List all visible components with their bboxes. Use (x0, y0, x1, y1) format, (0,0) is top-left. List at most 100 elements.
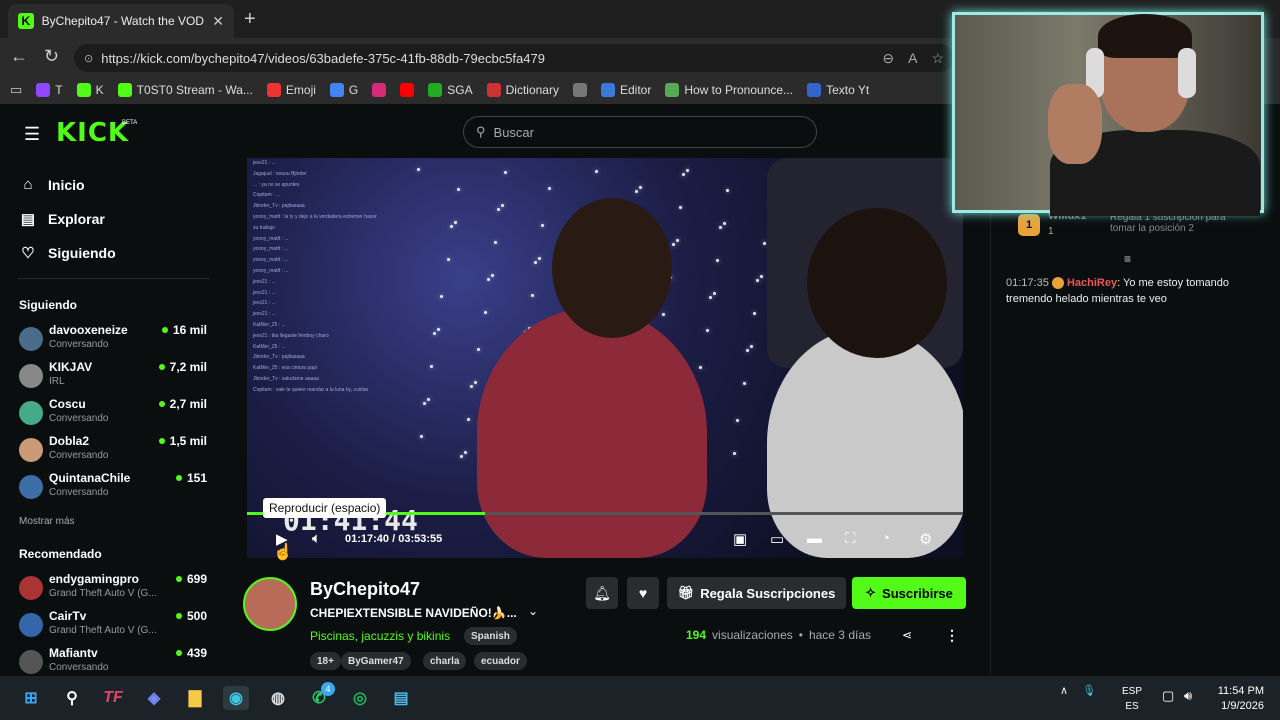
reload-icon[interactable]: ↻ (44, 46, 59, 67)
headset-right (1178, 48, 1196, 98)
bookmark-item[interactable]: SGA (428, 83, 473, 97)
channel-avatar (19, 613, 43, 637)
following-header: Siguiendo (19, 298, 77, 312)
fairy-light (753, 312, 756, 315)
sidebar-channel[interactable]: Coscu Conversando 2,7 mil (19, 397, 207, 431)
zoom-icon[interactable]: ⊖ (882, 50, 894, 67)
sidebar-channel-name: KIKJAV (49, 360, 93, 374)
video-chat-overlay: jexx21 : ... Jagajuul : nouuu Bjinder ... … (253, 158, 423, 396)
nav-home[interactable]: ⌂ Inicio (20, 176, 84, 193)
clock-date: 1/9/2026 (1221, 700, 1264, 712)
volume-icon[interactable]: 🔈︎ (312, 530, 321, 547)
bookmark-item[interactable]: Editor (600, 83, 651, 97)
input-language[interactable]: ESP ES (1122, 684, 1142, 714)
spotify-icon[interactable]: ◎ (347, 686, 373, 710)
tag-chip[interactable]: charla (423, 652, 467, 670)
bookmark-item[interactable]: Texto Yt (807, 83, 869, 97)
more-options-icon[interactable]: ⋮ (945, 627, 959, 644)
fairy-light (534, 261, 537, 264)
windows-start-icon[interactable]: ⊞ (18, 686, 44, 710)
clock[interactable]: 11:54 PM 1/9/2026 (1212, 684, 1264, 714)
app-diamond-icon[interactable]: ◈ (141, 686, 167, 710)
obs-icon[interactable]: ◍ (265, 686, 291, 710)
notepad-icon[interactable]: ▤ (388, 686, 414, 710)
network-icon[interactable]: ▢ (1162, 688, 1174, 704)
bookmark-item[interactable]: How to Pronounce... (665, 83, 793, 97)
search-taskbar-icon[interactable]: ⚲ (59, 686, 85, 710)
bookmark-item[interactable] (572, 83, 587, 97)
streamer-right (767, 328, 963, 558)
chat-username[interactable]: HachiRey (1067, 277, 1117, 289)
sidebar-channel[interactable]: Mafiantv Conversando 439 (19, 646, 207, 680)
new-tab-icon[interactable]: + (244, 8, 256, 31)
chat-filter-icon[interactable]: ≡ (1124, 252, 1131, 266)
show-hidden-icons-icon[interactable]: ∧ (1060, 684, 1068, 697)
sidebar-channel[interactable]: CairTv Grand Theft Auto V (G... 500 (19, 609, 207, 643)
fairy-light (467, 418, 470, 421)
clip-icon[interactable]: ▭ (770, 530, 784, 548)
site-info-icon[interactable]: ⊙ (84, 52, 93, 65)
bookmark-item[interactable] (372, 83, 387, 97)
fairy-light (595, 170, 598, 173)
subscribe-button[interactable]: ✧ Suscribirse (852, 577, 966, 609)
file-explorer-icon[interactable]: ▇ (182, 686, 208, 710)
fairy-light (682, 173, 685, 176)
tab-title: ByChepito47 - Watch the VOD on (41, 14, 205, 28)
sidebar-channel-name: davooxeneize (49, 323, 128, 337)
back-icon[interactable]: ← (10, 46, 28, 67)
favorite-icon[interactable]: ☆ (931, 50, 944, 67)
twitch-icon (36, 83, 51, 97)
read-aloud-icon[interactable]: A (908, 50, 917, 67)
gift-subs-button[interactable]: 🎁︎ Regala Suscripciones (667, 577, 846, 609)
fullscreen-icon[interactable]: ⛶ (845, 530, 856, 547)
sidebar-channel[interactable]: KIKJAV IRL 7,2 mil (19, 360, 207, 394)
microphone-icon[interactable]: 🎙︎ (1082, 684, 1096, 697)
chevron-down-icon[interactable]: ⌄ (528, 604, 538, 618)
edge-browser-icon[interactable]: ◉ (223, 686, 249, 710)
kick-logo[interactable]: KICK (56, 118, 129, 148)
theater-mode-icon[interactable]: ▬ (807, 530, 822, 547)
follow-heart-icon[interactable]: ♥ (627, 577, 659, 609)
bookmark-item[interactable]: G (329, 83, 358, 97)
tag-chip[interactable]: 18+ (310, 652, 341, 670)
tag-chip[interactable]: ecuador (474, 652, 527, 670)
sidebar-channel[interactable]: QuintanaChile Conversando 151 (19, 471, 207, 505)
notifications-bell-icon[interactable]: 🔔︎ (586, 577, 618, 609)
menu-icon[interactable]: ☰ (24, 124, 40, 145)
bookmark-item[interactable] (400, 83, 415, 97)
sidebar-channel[interactable]: Dobla2 Conversando 1,5 mil (19, 434, 207, 468)
tag-chip[interactable]: ByGamer47 (341, 652, 411, 670)
share-icon[interactable]: ⋖ (902, 628, 912, 642)
fairy-light (497, 208, 500, 211)
sidebar-channel[interactable]: endygamingpro Grand Theft Auto V (G... 699 (19, 572, 207, 606)
browser-tab[interactable]: K ByChepito47 - Watch the VOD on ✕ (8, 4, 234, 38)
url-field[interactable]: ⊙ https://kick.com/bychepito47/videos/63… (74, 44, 954, 72)
bookmark-bar-toggle-icon[interactable]: ▭ (10, 82, 22, 98)
bookmark-label: SGA (447, 83, 473, 97)
channel-avatar[interactable] (243, 577, 297, 631)
show-more-link[interactable]: Mostrar más (19, 516, 75, 527)
nav-following[interactable]: ♡ Siguiendo (20, 244, 115, 262)
fairy-light (713, 292, 716, 295)
close-tab-icon[interactable]: ✕ (212, 13, 224, 30)
bookmark-item[interactable]: T0ST0 Stream - Wa... (117, 83, 253, 97)
search-input[interactable]: ⚲ Buscar (463, 116, 817, 148)
bookmark-item[interactable]: T (36, 83, 63, 97)
fairy-light (430, 365, 433, 368)
category-link[interactable]: Piscinas, jacuzzis y bikinis (310, 629, 450, 643)
miniplayer-icon[interactable]: ▣ (733, 530, 747, 548)
bookmark-item[interactable]: Dictionary (486, 83, 559, 97)
views-count: 194 (686, 628, 707, 642)
nav-explore[interactable]: ▤ Explorar (20, 210, 105, 228)
language-tag[interactable]: Spanish (464, 627, 517, 645)
settings-icon[interactable]: ⚙ (919, 530, 932, 548)
tf-app-icon[interactable]: TF (100, 686, 126, 710)
bookmark-item[interactable]: K (76, 83, 104, 97)
fairy-light (699, 366, 702, 369)
sidebar-channel[interactable]: davooxeneize Conversando 16 mil (19, 323, 207, 357)
channel-name[interactable]: ByChepito47 (310, 579, 420, 600)
bookmark-item[interactable]: Emoji (266, 83, 316, 97)
speaker-icon[interactable]: 🔊︎ (1184, 688, 1192, 704)
playback-speed-icon[interactable]: ◔ (881, 530, 890, 547)
sidebar-channel-category: Conversando (49, 662, 109, 673)
